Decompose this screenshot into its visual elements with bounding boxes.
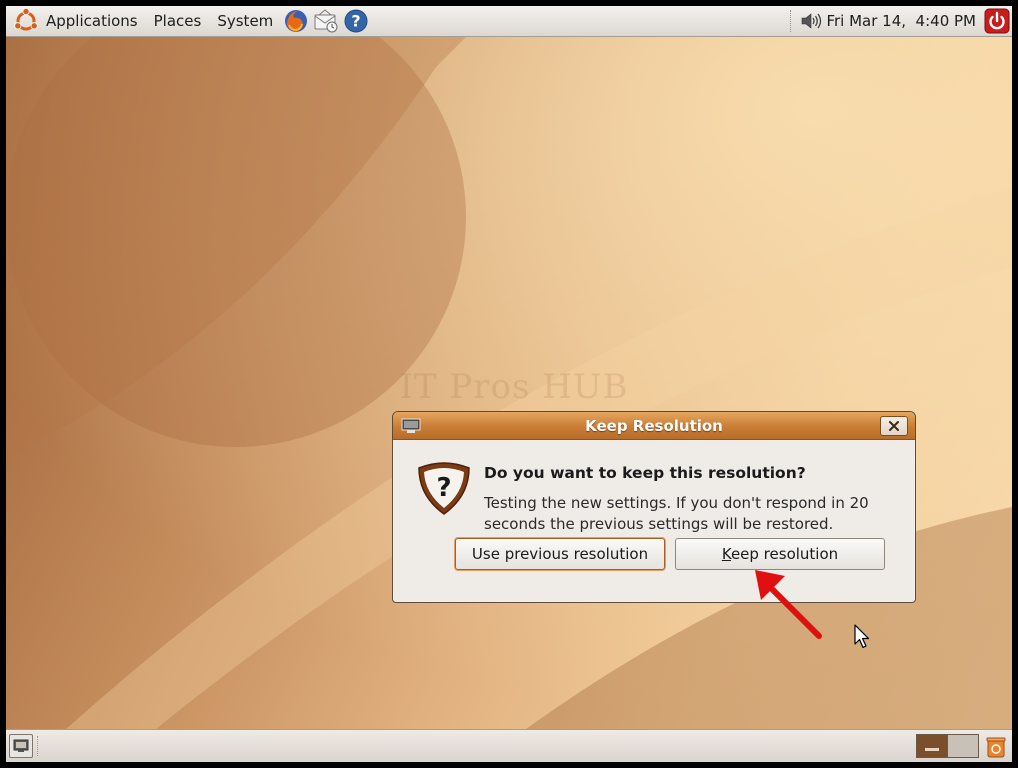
- places-menu-label: Places: [153, 12, 202, 30]
- workspace-2[interactable]: [947, 735, 978, 757]
- system-menu[interactable]: System: [209, 6, 281, 37]
- screen: IT Pros HUB Applications Places System ?…: [6, 6, 1012, 762]
- dialog-title: Keep Resolution: [585, 416, 723, 435]
- mail-icon: [314, 9, 338, 33]
- question-warning-icon: ?: [418, 462, 470, 515]
- annotation-arrow-icon: [755, 570, 822, 639]
- panel-tray: Fri Mar 14, 4:40 PM: [784, 6, 1012, 37]
- firefox-icon: [285, 10, 308, 32]
- workspace-1[interactable]: [917, 735, 948, 757]
- use-previous-resolution-button[interactable]: Use previous resolution: [455, 538, 665, 570]
- system-menu-label: System: [217, 12, 274, 30]
- top-panel: Applications Places System ? Fri Mar 14,…: [6, 6, 1012, 37]
- window-menu-icon[interactable]: [401, 418, 421, 434]
- panel-separator: [790, 10, 794, 32]
- panel-separator: [37, 736, 43, 756]
- dialog-titlebar[interactable]: Keep Resolution: [393, 412, 915, 440]
- trash-icon[interactable]: [985, 735, 1007, 759]
- keep-mnemonic: K: [721, 545, 731, 563]
- speaker-icon[interactable]: [800, 11, 822, 31]
- show-desktop-icon: [13, 739, 29, 752]
- watermark: IT Pros HUB: [399, 367, 629, 407]
- show-desktop-button[interactable]: [9, 734, 33, 758]
- ubuntu-logo-icon: [14, 7, 38, 31]
- close-icon: [889, 421, 899, 431]
- firefox-launcher[interactable]: [282, 7, 310, 35]
- workspace-switcher[interactable]: [916, 734, 979, 758]
- use-previous-resolution-label: Use previous resolution: [471, 545, 649, 563]
- keep-resolution-label: Keep resolution: [716, 545, 844, 563]
- applications-menu[interactable]: Applications: [6, 6, 146, 37]
- applications-menu-label: Applications: [46, 12, 138, 30]
- keep-label-rest: eep resolution: [730, 545, 839, 563]
- mouse-pointer-icon: [854, 624, 870, 649]
- places-menu[interactable]: Places: [146, 6, 210, 37]
- svg-text:?: ?: [436, 473, 451, 503]
- dialog-close-button[interactable]: [880, 416, 908, 436]
- help-icon: ?: [344, 9, 368, 33]
- dialog-heading: Do you want to keep this resolution?: [484, 464, 806, 482]
- dialog-message: Testing the new settings. If you don't r…: [484, 494, 869, 533]
- svg-text:?: ?: [352, 12, 361, 31]
- power-icon[interactable]: [984, 8, 1010, 34]
- mail-launcher[interactable]: [312, 7, 340, 35]
- bottom-panel: [6, 729, 1012, 762]
- help-launcher[interactable]: ?: [342, 7, 370, 35]
- keep-resolution-dialog: Keep Resolution ? Do you want to keep th…: [392, 411, 916, 603]
- panel-clock[interactable]: Fri Mar 14, 4:40 PM: [822, 12, 984, 30]
